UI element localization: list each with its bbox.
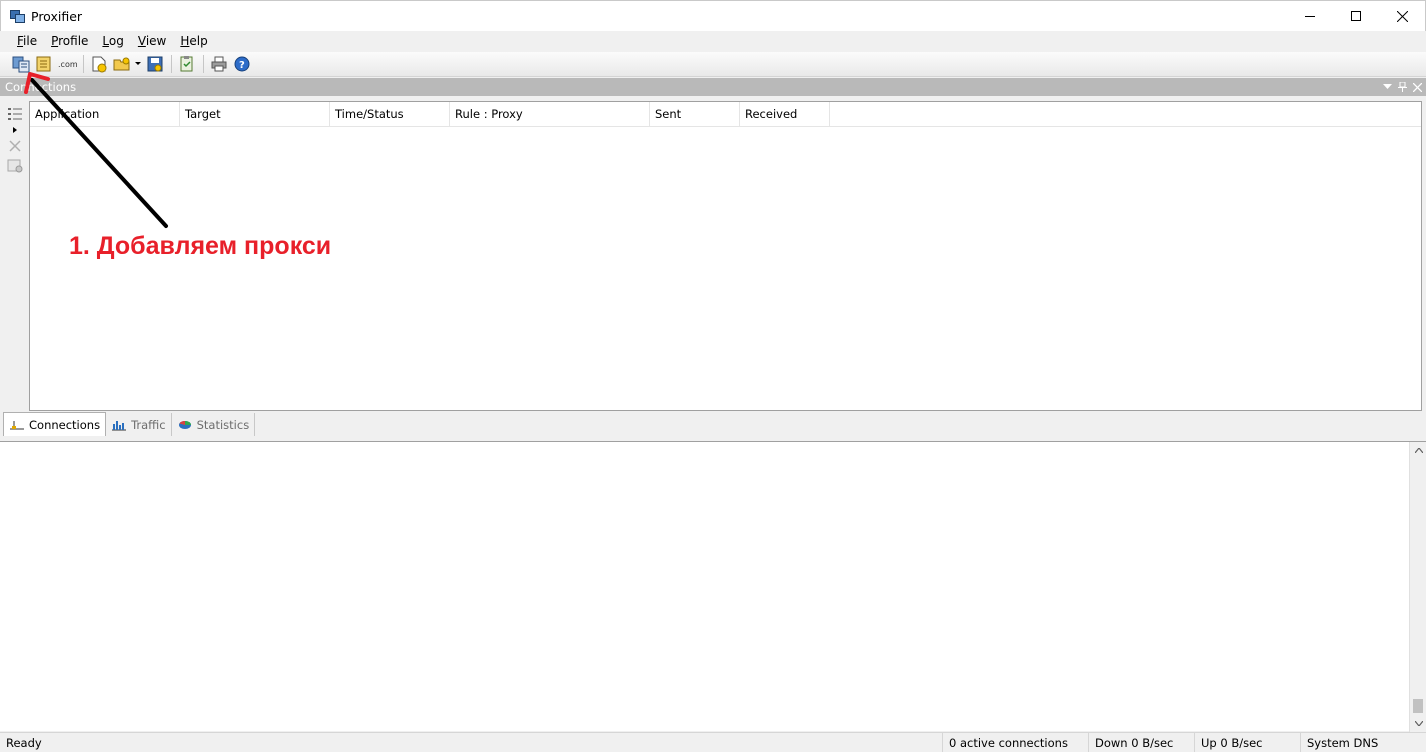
toolbar: .com ? xyxy=(0,52,1426,77)
toolbar-separator xyxy=(203,55,204,73)
column-header-time-status[interactable]: Time/Status xyxy=(330,102,450,127)
tab-connections-label: Connections xyxy=(29,417,101,432)
connections-panel-caption: Connections xyxy=(0,78,1426,96)
close-button[interactable] xyxy=(1379,1,1425,31)
help-button[interactable]: ? xyxy=(231,53,253,75)
log-scrollbar[interactable] xyxy=(1409,442,1426,732)
status-bar: Ready 0 active connections Down 0 B/sec … xyxy=(0,732,1426,752)
help-icon: ? xyxy=(234,56,250,72)
pin-icon[interactable] xyxy=(1398,82,1407,92)
column-header-received[interactable]: Received xyxy=(740,102,830,127)
print-button[interactable] xyxy=(208,53,230,75)
tab-traffic[interactable]: Traffic xyxy=(106,413,172,436)
maximize-button[interactable] xyxy=(1333,1,1379,31)
panel-close-icon[interactable] xyxy=(1413,82,1422,92)
print-icon xyxy=(211,56,227,72)
bottom-tabs: Connections Traffic Statistics xyxy=(0,412,1426,436)
log-output-panel[interactable] xyxy=(0,441,1426,732)
scroll-up-arrow[interactable] xyxy=(1410,442,1426,459)
connections-column-headers: Application Target Time/Status Rule : Pr… xyxy=(30,102,1421,127)
chevron-up-icon xyxy=(1414,448,1423,453)
scroll-down-arrow[interactable] xyxy=(1410,715,1426,732)
traffic-chart-icon xyxy=(112,420,127,430)
status-upload-speed: Up 0 B/sec xyxy=(1194,733,1300,752)
statistics-pie-icon xyxy=(178,420,191,429)
column-header-sent[interactable]: Sent xyxy=(650,102,740,127)
tab-connections[interactable]: Connections xyxy=(3,412,107,436)
tab-statistics[interactable]: Statistics xyxy=(172,413,256,436)
tab-traffic-label: Traffic xyxy=(131,417,166,432)
svg-text:?: ? xyxy=(239,60,245,71)
status-dns-mode: System DNS xyxy=(1300,733,1426,752)
panel-menu-icon[interactable] xyxy=(1383,84,1392,90)
annotation-arrow xyxy=(24,72,168,228)
title-bar: Proxifier xyxy=(0,0,1426,31)
menu-bar: File Profile Log View Help xyxy=(0,31,1426,52)
status-active-connections: 0 active connections xyxy=(942,733,1088,752)
maximize-icon xyxy=(1351,11,1361,21)
status-download-speed: Down 0 B/sec xyxy=(1088,733,1194,752)
chevron-down-icon xyxy=(1414,721,1423,726)
tab-statistics-label: Statistics xyxy=(196,417,250,432)
connections-icon xyxy=(10,420,24,429)
minimize-icon xyxy=(1305,16,1315,17)
column-header-rule-proxy[interactable]: Rule : Proxy xyxy=(450,102,650,127)
status-ready: Ready xyxy=(6,736,42,750)
scroll-thumb[interactable] xyxy=(1413,699,1423,713)
close-icon xyxy=(1396,10,1408,22)
column-header-target[interactable]: Target xyxy=(180,102,330,127)
minimize-button[interactable] xyxy=(1287,1,1333,31)
annotation-text: 1. Добавляем прокси xyxy=(69,232,332,260)
